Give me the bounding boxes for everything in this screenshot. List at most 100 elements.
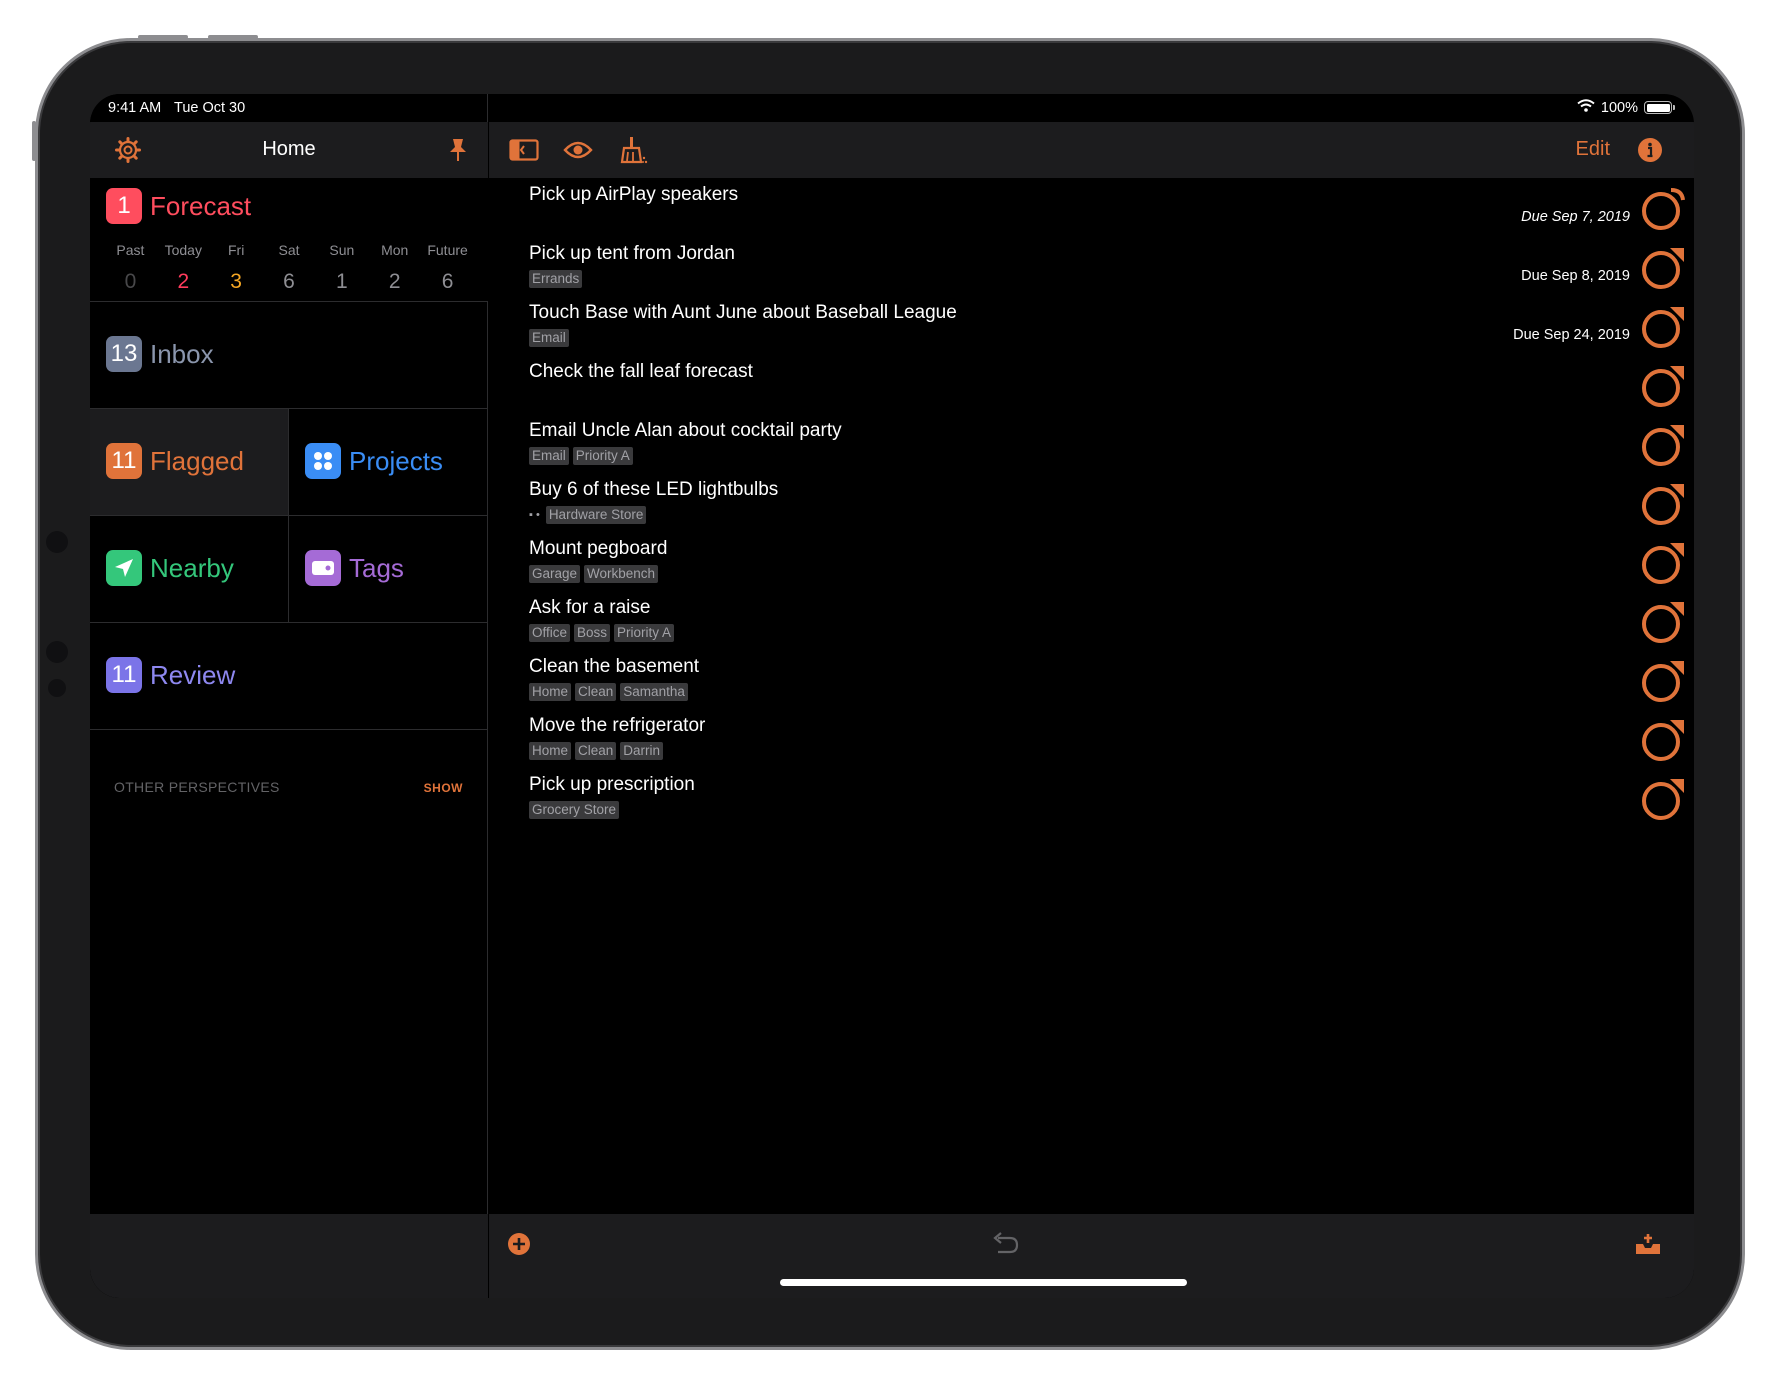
forecast-label: Forecast: [150, 190, 252, 221]
forecast-day-count: 2: [388, 270, 401, 293]
task-row[interactable]: Pick up tent from Jordan Errands Due Sep 8…: [489, 237, 1694, 296]
task-row[interactable]: Clean the basement Home Clean Samantha: [489, 650, 1694, 709]
undo-icon[interactable]: [989, 1228, 1021, 1260]
forecast-day[interactable]: Today 2: [157, 242, 210, 294]
task-row[interactable]: Pick up prescription Grocery Store: [489, 768, 1694, 827]
task-tag: Garage: [529, 565, 581, 583]
forecast-days: Past 0 Today 2 Fri 3 Sat 6 Sun 1 Mon 2 Future 6: [104, 242, 474, 294]
battery-percent: 100%: [1600, 99, 1638, 116]
task-complete-checkbox-icon[interactable]: [1640, 245, 1686, 291]
task-title[interactable]: Buy 6 of these LED lightbulbs: [529, 479, 778, 501]
inbox-tray-icon[interactable]: [1632, 1228, 1664, 1260]
forecast-day[interactable]: Future 6: [421, 242, 474, 294]
task-tag: Email: [529, 447, 569, 465]
task-complete-checkbox-icon[interactable]: [1640, 776, 1686, 822]
forecast-tile[interactable]: 1 Forecast Past 0 Today 2 Fri 3 Sat 6 Sun 1 Mon 2 Fu…: [90, 178, 488, 302]
nearby-location-icon: [106, 550, 142, 586]
volume-button: [32, 121, 36, 161]
task-row[interactable]: Buy 6 of these LED lightbulbs ▪ • Hardware…: [489, 473, 1694, 532]
task-title[interactable]: Move the refrigerator: [529, 715, 705, 737]
task-tags: Errands: [529, 270, 583, 288]
inbox-count-badge: 13: [106, 336, 142, 372]
task-tag: Hardware Store: [545, 506, 647, 524]
task-tags: ▪ • Hardware Store: [529, 506, 647, 524]
sensor-dot-2: [48, 679, 66, 697]
task-tags: Email: [529, 329, 569, 347]
task-row[interactable]: Pick up AirPlay speakers Due Sep 7, 2019: [489, 178, 1694, 237]
task-complete-checkbox-icon[interactable]: [1640, 304, 1686, 350]
task-title[interactable]: Ask for a raise: [529, 597, 650, 619]
task-complete-checkbox-icon[interactable]: [1640, 186, 1686, 232]
task-row[interactable]: Mount pegboard Garage Workbench: [489, 532, 1694, 591]
task-complete-checkbox-icon[interactable]: [1640, 481, 1686, 527]
forecast-day-name: Mon: [381, 242, 409, 258]
forecast-day-name: Sat: [278, 242, 300, 258]
nearby-tile[interactable]: Nearby: [90, 516, 289, 623]
edit-button[interactable]: Edit: [1576, 138, 1610, 161]
task-complete-checkbox-icon[interactable]: [1640, 363, 1686, 409]
tags-tile[interactable]: Tags: [289, 516, 488, 623]
task-tags: Grocery Store: [529, 801, 620, 819]
forecast-day[interactable]: Past 0: [104, 242, 157, 294]
task-row[interactable]: Ask for a raise Office Boss Priority A: [489, 591, 1694, 650]
pin-icon[interactable]: [442, 134, 474, 166]
task-title[interactable]: Mount pegboard: [529, 538, 667, 560]
inbox-tile[interactable]: 13 Inbox: [90, 302, 488, 409]
home-indicator[interactable]: [780, 1279, 1187, 1286]
task-title[interactable]: Pick up tent from Jordan: [529, 243, 735, 265]
task-title[interactable]: Pick up AirPlay speakers: [529, 184, 738, 206]
forecast-day[interactable]: Mon 2: [368, 242, 421, 294]
task-row[interactable]: Check the fall leaf forecast: [489, 355, 1694, 414]
task-tags: Garage Workbench: [529, 565, 659, 583]
view-options-eye-icon[interactable]: [561, 134, 595, 166]
task-row[interactable]: Touch Base with Aunt June about Baseball…: [489, 296, 1694, 355]
forecast-day[interactable]: Sat 6: [263, 242, 316, 294]
tags-label: Tags: [349, 552, 404, 583]
task-note-indicator: ▪ •: [529, 509, 540, 521]
task-row[interactable]: Move the refrigerator Home Clean Darrin: [489, 709, 1694, 768]
task-tag: Clean: [575, 742, 617, 760]
flagged-tile[interactable]: 11 Flagged: [90, 409, 289, 516]
review-tile[interactable]: 11 Review: [90, 623, 488, 730]
tags-icon: [305, 550, 341, 586]
inbox-label: Inbox: [150, 338, 214, 369]
task-tag: Priority A: [614, 624, 675, 642]
task-complete-checkbox-icon[interactable]: [1640, 658, 1686, 704]
screen: Home 1 Forecast Past 0 Today 2 Fri 3 Sat 6 Sun 1 M…: [90, 94, 1694, 1298]
task-complete-checkbox-icon[interactable]: [1640, 717, 1686, 763]
flagged-label: Flagged: [150, 445, 244, 476]
forecast-day-count: 3: [230, 270, 242, 293]
show-button[interactable]: SHOW: [424, 781, 463, 795]
forecast-day[interactable]: Fri 3: [210, 242, 263, 294]
task-due-date: Due Sep 7, 2019: [1521, 209, 1630, 225]
sidebar-toggle-icon[interactable]: [507, 134, 541, 166]
task-title[interactable]: Check the fall leaf forecast: [529, 361, 753, 383]
main-header: Edit: [489, 122, 1694, 178]
task-title[interactable]: Email Uncle Alan about cocktail party: [529, 420, 842, 442]
info-icon[interactable]: [1634, 134, 1666, 166]
forecast-day-count: 6: [283, 270, 295, 293]
nearby-label: Nearby: [150, 552, 234, 583]
forecast-day[interactable]: Sun 1: [315, 242, 368, 294]
status-bar: 9:41 AM Tue Oct 30 100%: [90, 94, 1694, 122]
task-complete-checkbox-icon[interactable]: [1640, 599, 1686, 645]
task-title[interactable]: Pick up prescription: [529, 774, 695, 796]
status-time: 9:41 AM: [108, 100, 162, 116]
task-complete-checkbox-icon[interactable]: [1640, 540, 1686, 586]
flagged-count-badge: 11: [106, 443, 142, 479]
task-tag: Errands: [529, 270, 583, 288]
clean-up-broom-icon[interactable]: [617, 134, 651, 166]
task-title[interactable]: Clean the basement: [529, 656, 699, 678]
task-title[interactable]: Touch Base with Aunt June about Baseball…: [529, 302, 957, 324]
task-complete-checkbox-icon[interactable]: [1640, 422, 1686, 468]
add-task-icon[interactable]: [503, 1228, 535, 1260]
task-row[interactable]: Email Uncle Alan about cocktail party Ema…: [489, 414, 1694, 473]
forecast-day-name: Today: [164, 242, 202, 258]
sidebar-header: Home: [90, 122, 488, 178]
main-pane: Edit Pick up AirPlay speakers Due Sep 7, …: [489, 94, 1694, 1298]
sidebar-toolbar: [90, 1214, 488, 1298]
task-list: Pick up AirPlay speakers Due Sep 7, 2019 P…: [489, 178, 1694, 827]
projects-tile[interactable]: Projects: [289, 409, 488, 516]
top-button-2: [208, 35, 258, 39]
task-tag: Samantha: [620, 683, 688, 701]
